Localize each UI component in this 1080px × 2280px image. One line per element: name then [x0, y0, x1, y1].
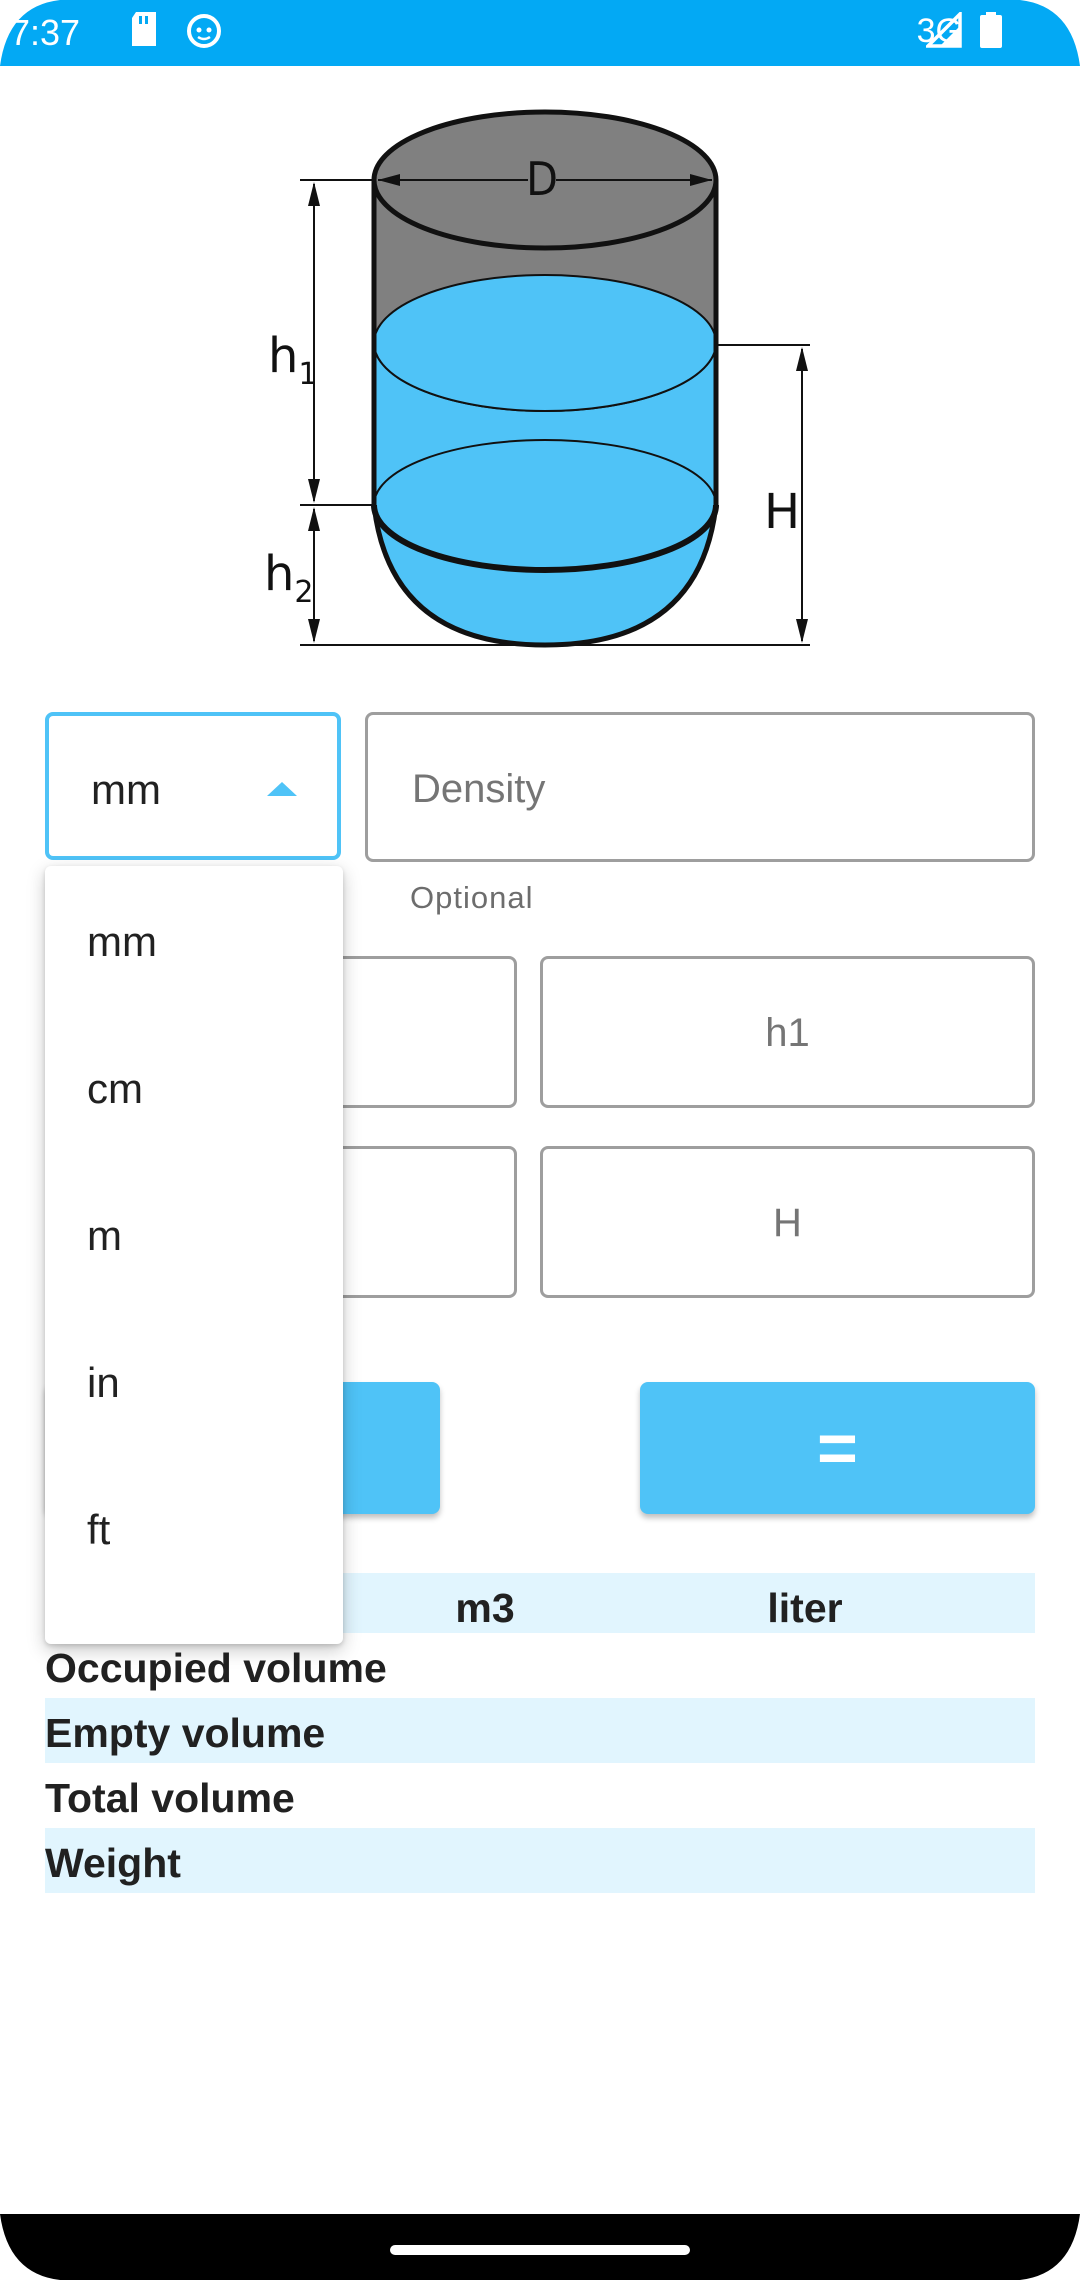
h1-placeholder: h1 — [765, 1011, 810, 1055]
H-field[interactable]: H — [540, 1146, 1035, 1298]
calculate-button[interactable]: = — [640, 1382, 1035, 1514]
screen-corner-bottom-right — [1020, 2214, 1080, 2280]
screen-corner-top-left — [0, 0, 60, 66]
table-row: Total volume — [45, 1763, 1035, 1828]
unit-select[interactable]: mm — [45, 712, 341, 860]
row-label-occupied-volume: Occupied volume — [45, 1645, 387, 1691]
header-liter: liter — [767, 1585, 843, 1631]
diameter-label: D — [526, 152, 558, 206]
unit-dropdown-menu: mm cm m in ft — [45, 866, 343, 1644]
density-helper-text: Optional — [410, 880, 534, 915]
table-row: Empty volume — [45, 1698, 1035, 1763]
unit-option-cm[interactable]: cm — [45, 1013, 343, 1160]
home-gesture-handle[interactable] — [390, 2245, 690, 2255]
density-placeholder: Density — [412, 767, 546, 811]
unit-option-in[interactable]: in — [45, 1307, 343, 1454]
density-field[interactable]: Density — [365, 712, 1035, 862]
option-label: cm — [87, 1065, 143, 1112]
row-label-empty-volume: Empty volume — [45, 1710, 326, 1756]
battery-icon — [980, 12, 1002, 57]
option-label: mm — [87, 918, 157, 965]
table-row: Weight — [45, 1828, 1035, 1893]
unit-select-value: mm — [91, 766, 161, 813]
h1-label: h1 — [268, 328, 318, 392]
unit-option-mm[interactable]: mm — [45, 866, 343, 1013]
row-label-total-volume: Total volume — [45, 1775, 295, 1821]
screen-corner-top-right — [1020, 0, 1080, 66]
H-placeholder: H — [773, 1201, 802, 1245]
unit-option-m[interactable]: m — [45, 1160, 343, 1307]
h2-label: h2 — [264, 546, 314, 610]
unit-option-ft[interactable]: ft — [45, 1454, 343, 1601]
tank-diagram: D h1 h2 H — [264, 109, 810, 648]
signal-icon — [923, 9, 962, 57]
header-m3: m3 — [455, 1585, 515, 1631]
H-label: H — [764, 484, 800, 540]
row-label-weight: Weight — [45, 1840, 181, 1886]
sd-card-icon — [130, 12, 158, 55]
navigation-bar — [0, 2214, 1080, 2280]
cat-face-icon — [186, 12, 222, 57]
caret-up-icon — [267, 782, 297, 796]
option-label: ft — [87, 1506, 111, 1553]
option-label: m — [87, 1212, 122, 1259]
status-bar: 7:37 3G — [0, 0, 1080, 66]
h1-field[interactable]: h1 — [540, 956, 1035, 1108]
screen-corner-bottom-left — [0, 2214, 60, 2280]
option-label: in — [87, 1359, 120, 1406]
